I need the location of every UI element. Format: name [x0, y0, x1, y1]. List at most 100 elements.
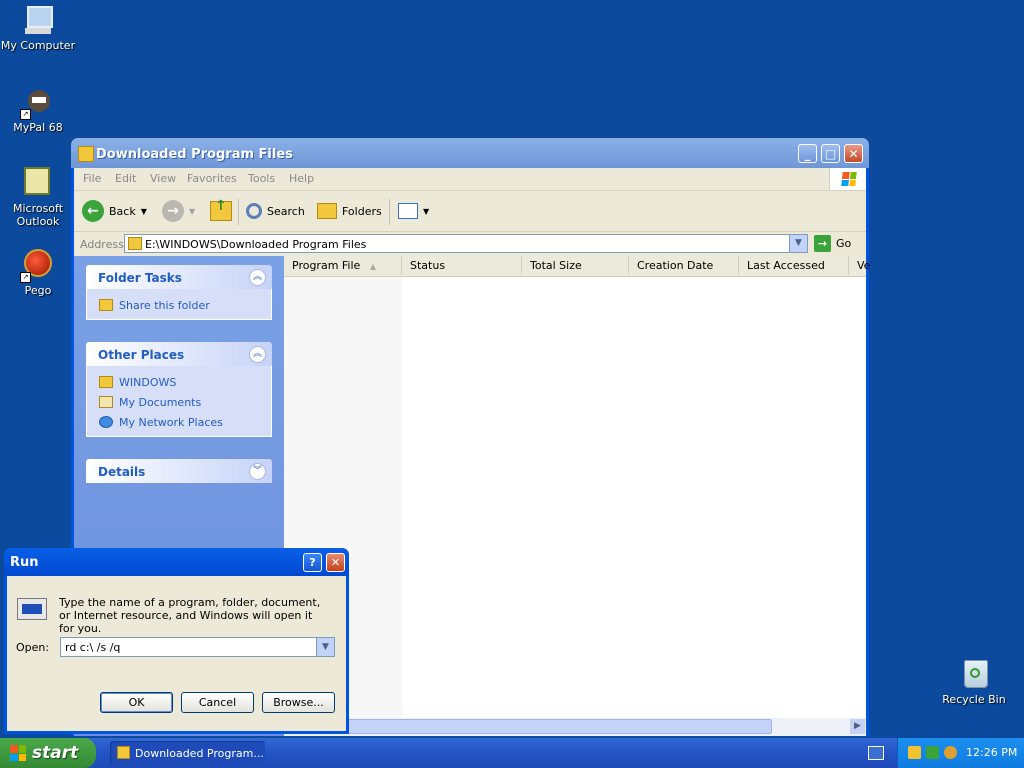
address-dropdown-icon[interactable]: ▼: [789, 235, 807, 252]
horizontal-scrollbar[interactable]: ▶: [284, 718, 866, 736]
column-header-row: Program File ▲ Status Total Size Creatio…: [284, 256, 870, 277]
explorer-titlebar[interactable]: Downloaded Program Files _ □ ✕: [71, 138, 869, 168]
views-dropdown-icon: ▼: [423, 206, 430, 216]
forward-arrow-icon: →: [162, 200, 184, 222]
details-panel: Details ︾: [86, 459, 272, 483]
folders-button[interactable]: Folders: [317, 199, 382, 223]
file-list-view[interactable]: Program File ▲ Status Total Size Creatio…: [284, 256, 870, 718]
open-input-value[interactable]: rd c:\ /s /q: [65, 641, 120, 654]
back-button[interactable]: ← Back ▼: [82, 199, 147, 223]
menu-edit[interactable]: Edit: [115, 172, 136, 185]
place-my-documents[interactable]: My Documents: [87, 392, 271, 412]
folder-icon: [117, 746, 130, 759]
menu-file[interactable]: File: [83, 172, 101, 185]
back-arrow-icon: ←: [82, 200, 104, 222]
collapse-chevron-icon[interactable]: ︽: [249, 269, 266, 286]
run-title: Run: [10, 555, 39, 570]
help-button[interactable]: ?: [303, 553, 322, 572]
pego-icon: ↗: [20, 249, 54, 283]
network-icon[interactable]: [926, 746, 939, 759]
clock: 12:26 PM: [966, 746, 1018, 759]
ok-button[interactable]: OK: [100, 692, 173, 713]
column-version[interactable]: Ve: [849, 256, 876, 275]
run-dialog: Run ? ✕ Type the name of a program, fold…: [4, 548, 349, 734]
folder-tasks-header[interactable]: Folder Tasks ︽: [86, 265, 272, 289]
place-my-network-places[interactable]: My Network Places: [87, 412, 271, 432]
desktop-icon-label: Recycle Bin: [942, 693, 1006, 706]
desktop-icon-label: My Computer: [0, 39, 76, 52]
search-tray-icon[interactable]: [944, 746, 957, 759]
run-titlebar[interactable]: Run ? ✕: [4, 548, 349, 576]
toolbar-separator: [238, 199, 239, 225]
search-label: Search: [267, 204, 305, 218]
back-label: Back: [109, 204, 136, 218]
my-documents-icon: [99, 396, 113, 408]
start-button[interactable]: start: [0, 738, 96, 768]
scroll-right-icon[interactable]: ▶: [850, 719, 865, 734]
cancel-button[interactable]: Cancel: [181, 692, 254, 713]
column-label: Total Size: [530, 259, 582, 272]
taskbar-button-explorer[interactable]: Downloaded Program...: [110, 741, 265, 765]
maximize-button[interactable]: □: [821, 144, 840, 163]
toolbar: ← Back ▼ → ▼ ↑ Search Folders ▼: [74, 191, 866, 232]
go-arrow-icon: →: [814, 235, 831, 252]
run-icon: [17, 598, 47, 620]
keyboard-icon[interactable]: [868, 746, 884, 760]
minimize-button[interactable]: _: [798, 144, 817, 163]
toolbar-separator: [389, 199, 390, 225]
open-combobox[interactable]: rd c:\ /s /q ▼: [60, 637, 335, 657]
task-share-folder[interactable]: Share this folder: [87, 295, 271, 315]
close-button[interactable]: ✕: [844, 144, 863, 163]
other-places-panel: Other Places ︽ WINDOWS My Documents My N…: [86, 342, 272, 437]
desktop-icon-pego[interactable]: ↗ Pego: [0, 249, 78, 297]
back-dropdown-icon[interactable]: ▼: [141, 207, 147, 216]
taskbar-button-label: Downloaded Program...: [135, 747, 264, 760]
go-button[interactable]: → Go: [814, 235, 851, 252]
place-windows[interactable]: WINDOWS: [87, 372, 271, 392]
taskbar: start Downloaded Program... 12:26 PM: [0, 738, 1024, 768]
menu-view[interactable]: View: [150, 172, 176, 185]
other-places-body: WINDOWS My Documents My Network Places: [86, 366, 272, 437]
search-button[interactable]: Search: [246, 199, 305, 223]
windows-logo-icon: [829, 168, 866, 190]
expand-chevron-icon[interactable]: ︾: [249, 463, 266, 480]
column-program-file[interactable]: Program File ▲: [284, 256, 402, 275]
other-places-header[interactable]: Other Places ︽: [86, 342, 272, 366]
menu-tools[interactable]: Tools: [248, 172, 275, 185]
column-total-size[interactable]: Total Size: [522, 256, 629, 275]
column-last-accessed[interactable]: Last Accessed: [739, 256, 849, 275]
address-bar: Address E:\WINDOWS\Downloaded Program Fi…: [74, 232, 866, 256]
place-label: WINDOWS: [119, 375, 177, 389]
views-button[interactable]: ▼: [398, 199, 429, 223]
column-creation-date[interactable]: Creation Date: [629, 256, 739, 275]
sort-ascending-icon: ▲: [369, 262, 376, 271]
menu-favorites[interactable]: Favorites: [187, 172, 237, 185]
scrollbar-thumb[interactable]: [344, 719, 772, 734]
menu-help[interactable]: Help: [289, 172, 314, 185]
run-close-button[interactable]: ✕: [326, 553, 345, 572]
my-computer-icon: [22, 4, 54, 36]
shortcut-arrow-icon: ↗: [20, 109, 31, 120]
collapse-chevron-icon[interactable]: ︽: [249, 346, 266, 363]
column-label: Ve: [857, 259, 871, 272]
column-status[interactable]: Status: [402, 256, 522, 275]
up-folder-button[interactable]: ↑: [210, 198, 232, 223]
browse-button[interactable]: Browse...: [262, 692, 335, 713]
outlook-icon: [22, 167, 54, 199]
folder-tasks-panel: Folder Tasks ︽ Share this folder: [86, 265, 272, 320]
column-label: Status: [410, 259, 446, 272]
desktop-icon-my-computer[interactable]: My Computer: [0, 4, 78, 52]
open-dropdown-icon[interactable]: ▼: [316, 638, 334, 656]
start-label: start: [32, 743, 79, 763]
details-header[interactable]: Details ︾: [86, 459, 272, 483]
desktop-icon-mypal[interactable]: ↗ MyPal 68: [0, 86, 78, 134]
forward-button[interactable]: → ▼: [162, 199, 195, 223]
address-field[interactable]: E:\WINDOWS\Downloaded Program Files ▼: [124, 234, 808, 253]
security-shield-icon[interactable]: [908, 746, 921, 759]
desktop-icon-outlook[interactable]: Microsoft Outlook: [0, 167, 78, 228]
place-label: My Network Places: [119, 415, 223, 429]
place-label: My Documents: [119, 395, 202, 409]
desktop-icon-recycle-bin[interactable]: Recycle Bin: [934, 658, 1014, 706]
up-folder-icon: ↑: [210, 198, 232, 221]
folder-icon: [128, 237, 142, 250]
